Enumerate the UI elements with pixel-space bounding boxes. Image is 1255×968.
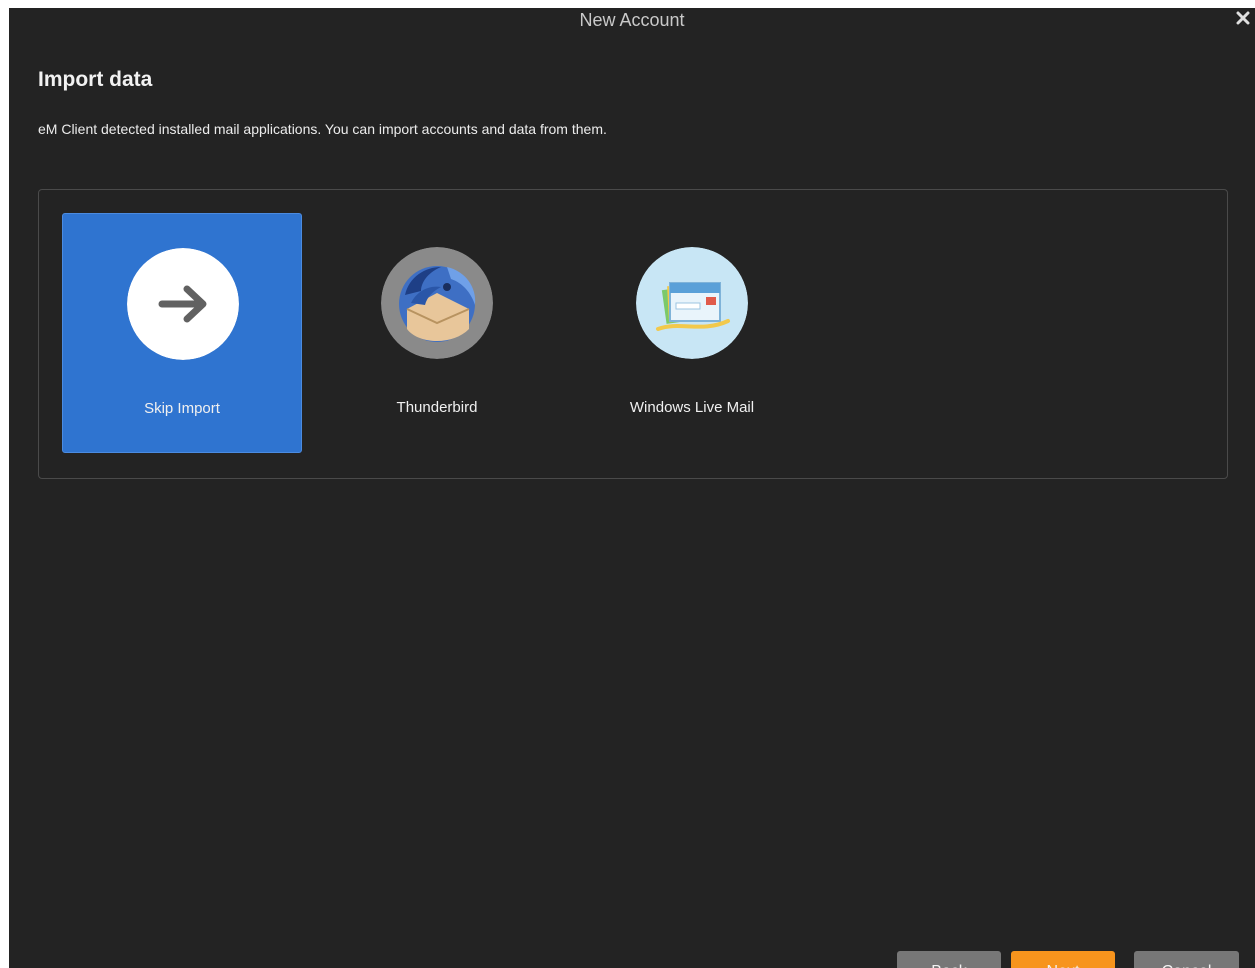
close-button[interactable]: [1233, 8, 1253, 28]
page-description: eM Client detected installed mail applic…: [38, 121, 607, 137]
option-skip-import[interactable]: Skip Import: [62, 213, 302, 453]
arrow-right-icon: [127, 248, 239, 360]
cancel-button[interactable]: Cancel: [1134, 951, 1239, 968]
titlebar: New Account: [9, 8, 1255, 34]
option-label: Skip Import: [144, 400, 220, 417]
option-label: Windows Live Mail: [629, 399, 755, 416]
new-account-dialog: New Account Import data eM Client detect…: [9, 8, 1255, 968]
page-title: Import data: [38, 68, 153, 91]
option-thunderbird[interactable]: Thunderbird: [317, 213, 557, 453]
thunderbird-icon: [381, 247, 493, 359]
option-label: Thunderbird: [396, 399, 478, 416]
next-button[interactable]: Next: [1011, 951, 1115, 968]
window-title: New Account: [579, 10, 685, 30]
windows-live-mail-icon: [636, 247, 748, 359]
back-button[interactable]: Back: [897, 951, 1001, 968]
close-icon: [1236, 11, 1250, 25]
import-options-panel: Skip Import Thunderbird Windows Live Mai…: [38, 189, 1228, 479]
option-windows-live-mail[interactable]: Windows Live Mail: [572, 213, 812, 453]
